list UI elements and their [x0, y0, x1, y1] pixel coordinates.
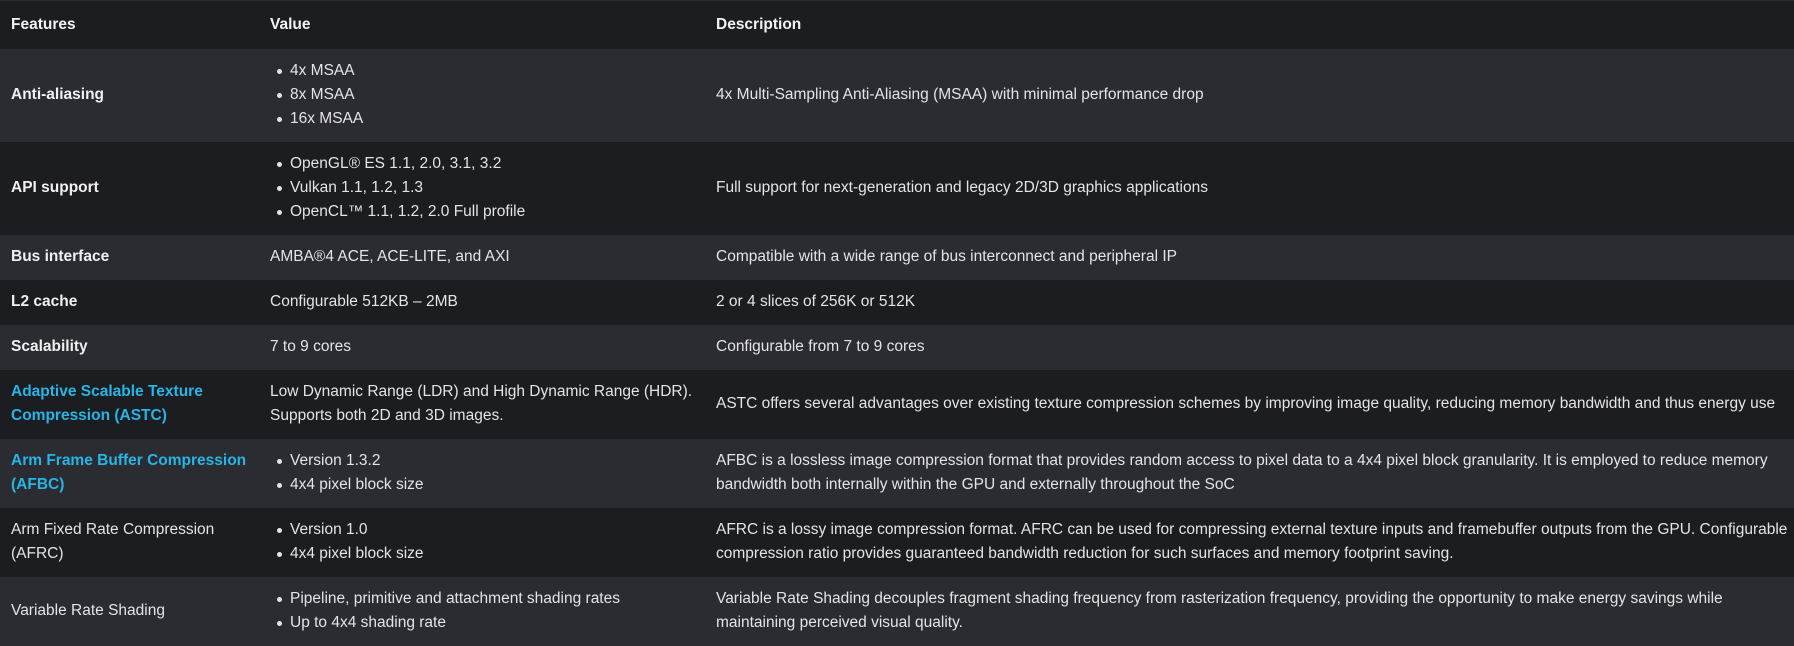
description-cell: Configurable from 7 to 9 cores	[716, 338, 925, 355]
value-list: 4x MSAA 8x MSAA 16x MSAA	[270, 59, 705, 131]
value-cell: Configurable 512KB – 2MB	[270, 293, 458, 310]
feature-cell: Arm Frame Buffer Compression (AFBC)	[0, 439, 259, 508]
feature-cell: Anti-aliasing	[0, 49, 259, 142]
feature-cell: Arm Fixed Rate Compression (AFRC)	[0, 508, 259, 577]
description-cell: 2 or 4 slices of 256K or 512K	[716, 293, 916, 310]
value-item: OpenCL™ 1.1, 1.2, 2.0 Full profile	[277, 200, 705, 224]
description-cell: Variable Rate Shading decouples fragment…	[716, 590, 1723, 631]
feature-label: API support	[11, 179, 99, 196]
table-row: Anti-aliasing 4x MSAA 8x MSAA 16x MSAA 4…	[0, 48, 1794, 142]
feature-link-afbc[interactable]: Arm Frame Buffer Compression (AFBC)	[11, 452, 246, 493]
feature-label: Arm Fixed Rate Compression (AFRC)	[11, 521, 215, 562]
table-row: Bus interface AMBA®4 ACE, ACE-LITE, and …	[0, 234, 1794, 280]
value-cell: OpenGL® ES 1.1, 2.0, 3.1, 3.2 Vulkan 1.1…	[259, 142, 705, 235]
value-item: Version 1.0	[277, 518, 705, 542]
value-cell: Version 1.0 4x4 pixel block size	[259, 508, 705, 577]
features-table: Features Value Description Anti-aliasing…	[0, 0, 1794, 646]
value-cell: Version 1.3.2 4x4 pixel block size	[259, 439, 705, 508]
table-header: Features Value Description	[0, 0, 1794, 49]
value-item: 4x4 pixel block size	[277, 542, 705, 566]
value-item: Up to 4x4 shading rate	[277, 611, 705, 635]
description-cell: Compatible with a wide range of bus inte…	[716, 248, 1177, 265]
value-item: 16x MSAA	[277, 107, 705, 131]
value-item: Version 1.3.2	[277, 449, 705, 473]
feature-cell: Scalability	[0, 325, 259, 370]
feature-cell: API support	[0, 142, 259, 235]
table-body: Anti-aliasing 4x MSAA 8x MSAA 16x MSAA 4…	[0, 48, 1794, 646]
value-list: Pipeline, primitive and attachment shadi…	[270, 587, 705, 635]
value-cell: AMBA®4 ACE, ACE-LITE, and AXI	[270, 248, 510, 265]
description-cell: 4x Multi-Sampling Anti-Aliasing (MSAA) w…	[716, 86, 1204, 103]
value-item: 4x4 pixel block size	[277, 473, 705, 497]
feature-label: L2 cache	[11, 293, 78, 310]
value-item: Vulkan 1.1, 1.2, 1.3	[277, 176, 705, 200]
table-row: API support OpenGL® ES 1.1, 2.0, 3.1, 3.…	[0, 141, 1794, 235]
value-item: 8x MSAA	[277, 83, 705, 107]
feature-label: Bus interface	[11, 248, 110, 265]
header-row: Features Value Description	[0, 0, 1794, 49]
description-cell: AFBC is a lossless image compression for…	[716, 452, 1768, 493]
header-description: Description	[705, 0, 1794, 49]
value-item: 4x MSAA	[277, 59, 705, 83]
value-cell: Low Dynamic Range (LDR) and High Dynamic…	[270, 383, 693, 424]
feature-cell: Adaptive Scalable Texture Compression (A…	[0, 370, 259, 439]
table-row: Adaptive Scalable Texture Compression (A…	[0, 369, 1794, 439]
feature-cell: Variable Rate Shading	[0, 577, 259, 646]
table-row: Scalability 7 to 9 cores Configurable fr…	[0, 324, 1794, 370]
value-list: Version 1.0 4x4 pixel block size	[270, 518, 705, 566]
table-row: L2 cache Configurable 512KB – 2MB 2 or 4…	[0, 279, 1794, 325]
value-cell: 7 to 9 cores	[270, 338, 351, 355]
feature-cell: L2 cache	[0, 280, 259, 325]
value-cell: 4x MSAA 8x MSAA 16x MSAA	[259, 49, 705, 142]
feature-label: Anti-aliasing	[11, 86, 105, 103]
description-cell: AFRC is a lossy image compression format…	[716, 521, 1788, 562]
description-cell: Full support for next-generation and leg…	[716, 179, 1208, 196]
feature-label: Variable Rate Shading	[11, 602, 165, 619]
value-list: Version 1.3.2 4x4 pixel block size	[270, 449, 705, 497]
table-row: Variable Rate Shading Pipeline, primitiv…	[0, 576, 1794, 646]
value-item: Pipeline, primitive and attachment shadi…	[277, 587, 705, 611]
description-cell: ASTC offers several advantages over exis…	[716, 395, 1776, 412]
table-row: Arm Frame Buffer Compression (AFBC) Vers…	[0, 438, 1794, 508]
table-row: Arm Fixed Rate Compression (AFRC) Versio…	[0, 507, 1794, 577]
header-value: Value	[259, 0, 705, 49]
feature-cell: Bus interface	[0, 235, 259, 280]
value-cell: Pipeline, primitive and attachment shadi…	[259, 577, 705, 646]
header-features: Features	[0, 0, 259, 49]
value-item: OpenGL® ES 1.1, 2.0, 3.1, 3.2	[277, 152, 705, 176]
value-list: OpenGL® ES 1.1, 2.0, 3.1, 3.2 Vulkan 1.1…	[270, 152, 705, 224]
feature-label: Scalability	[11, 338, 88, 355]
feature-link-astc[interactable]: Adaptive Scalable Texture Compression (A…	[11, 383, 203, 424]
